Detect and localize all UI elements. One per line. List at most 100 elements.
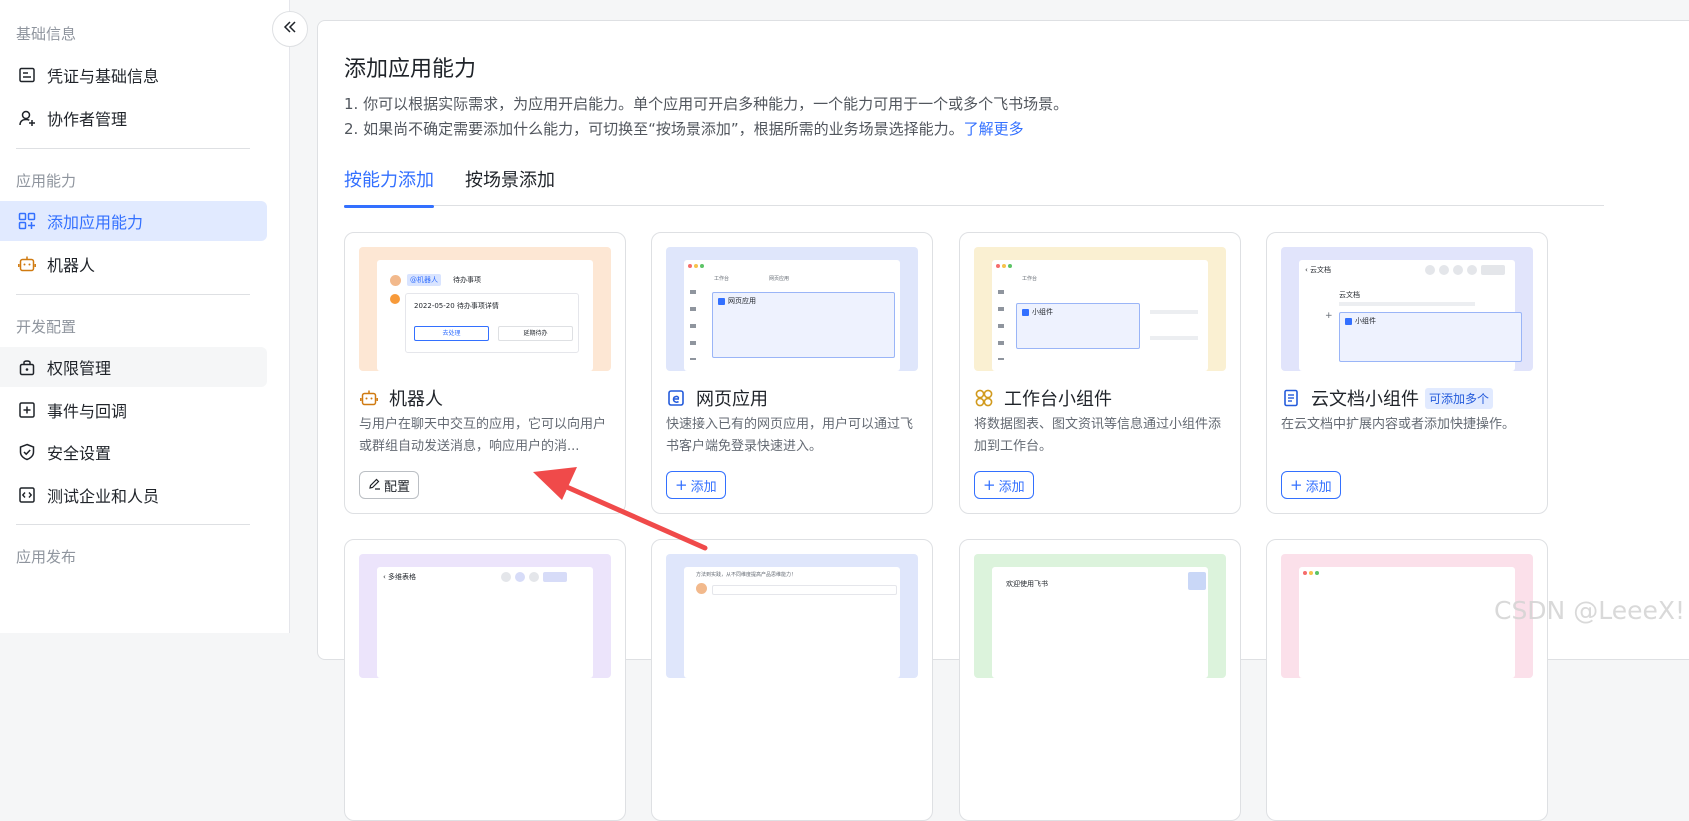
bot-mock-card: 2022-05-20 待办事项详情 去处理 延期待办 bbox=[405, 293, 579, 353]
bitable-mock-header: ‹ 多维表格 bbox=[383, 572, 416, 582]
card-title-text: 工作台小组件 bbox=[1004, 385, 1112, 411]
card-description: 快速接入已有的网页应用，用户可以通过飞书客户端免登录快速进入。 bbox=[666, 414, 920, 458]
sidebar-item-label: 凭证与基础信息 bbox=[47, 63, 159, 87]
add-docs-widget-button[interactable]: + 添加 bbox=[1281, 471, 1341, 499]
capability-card-bot[interactable]: @机器人 待办事项 2022-05-20 待办事项详情 去处理 延期待办 机器人… bbox=[344, 232, 626, 514]
button-label: 配置 bbox=[384, 476, 410, 495]
sidebar-item-credentials[interactable]: 凭证与基础信息 bbox=[0, 55, 267, 95]
sidebar-item-label: 协作者管理 bbox=[47, 106, 127, 130]
capability-card-docs-widget[interactable]: ‹ 云文档 云文档 + 小组件 云文档小组件 可添加多个 在云文档中扩展内容或者… bbox=[1266, 232, 1548, 514]
avatar bbox=[696, 583, 707, 594]
widget-preview-window: 工作台 小组件 bbox=[992, 260, 1208, 371]
web-e-icon bbox=[666, 388, 686, 408]
sidebar-item-label: 添加应用能力 bbox=[47, 209, 143, 233]
row2-preview-window-2: 方法到实践，从不同维度提高产品思维能力！ bbox=[684, 567, 900, 678]
web-preview-window: 工作台 网页应用 网页应用 bbox=[684, 260, 900, 371]
add-web-app-button[interactable]: + 添加 bbox=[666, 471, 726, 499]
card-title: 工作台小组件 bbox=[974, 385, 1112, 411]
bot-mock-button-1: 去处理 bbox=[414, 326, 489, 341]
sidebar-item-add-capability[interactable]: 添加应用能力 bbox=[0, 201, 267, 241]
robot-icon bbox=[17, 254, 37, 274]
plus-square-icon bbox=[17, 400, 37, 420]
capability-card-web-app[interactable]: 工作台 网页应用 网页应用 网页应用 快速接入已有的网页应用，用户可以通过飞书客… bbox=[651, 232, 933, 514]
sidebar: 基础信息 凭证与基础信息 协作者管理 应用能力 添加应用能力 机器人 开发配置 … bbox=[0, 0, 290, 633]
plus-icon: + bbox=[1290, 476, 1303, 494]
docs-mock-plus-icon: + bbox=[1325, 311, 1333, 321]
plus-icon: + bbox=[983, 476, 996, 494]
window-dots bbox=[688, 264, 704, 268]
placeholder-line bbox=[1150, 336, 1198, 340]
placeholder-line bbox=[1339, 302, 1475, 306]
sidebar-item-events[interactable]: 事件与回调 bbox=[0, 390, 267, 430]
placeholder-line bbox=[1150, 310, 1198, 314]
card-title-text: 网页应用 bbox=[696, 385, 768, 411]
description-text: 2. 如果尚不确定需要添加什么能力，可切换至“按场景添加”，根据所需的业务场景选… bbox=[344, 120, 964, 138]
bot-mention-tag: @机器人 bbox=[407, 274, 441, 286]
bitable-preview-image: ‹ 多维表格 bbox=[359, 554, 611, 678]
row2-preview-window-3: 欢迎使用飞书 bbox=[992, 567, 1208, 678]
row2-mock-bar bbox=[712, 585, 897, 595]
docs-preview-window: ‹ 云文档 云文档 + 小组件 bbox=[1299, 260, 1515, 371]
widget-mock-box: 小组件 bbox=[1016, 303, 1140, 349]
widget-mock-label: 小组件 bbox=[1032, 307, 1053, 317]
capability-card-row2-2[interactable]: 方法到实践，从不同维度提高产品思维能力！ bbox=[651, 539, 933, 821]
card-title: 机器人 bbox=[359, 385, 443, 411]
card-title: 云文档小组件 可添加多个 bbox=[1281, 385, 1493, 411]
section-dev-config: 开发配置 bbox=[16, 316, 76, 337]
widget-mock-tab: 工作台 bbox=[1022, 275, 1037, 282]
section-basic-info: 基础信息 bbox=[16, 23, 76, 44]
row2-mock-header-2: 方法到实践，从不同维度提高产品思维能力！ bbox=[696, 571, 796, 578]
row2-preview-window-4 bbox=[1299, 567, 1515, 678]
double-chevron-left-icon bbox=[282, 19, 298, 39]
web-mock-square bbox=[718, 298, 725, 305]
web-mock-tab-2: 网页应用 bbox=[769, 275, 789, 282]
collapse-sidebar-button[interactable] bbox=[272, 11, 308, 47]
card-description: 与用户在聊天中交互的应用，它可以向用户或群组自动发送消息，响应用户的消... bbox=[359, 414, 613, 458]
capability-card-workplace-widget[interactable]: 工作台 小组件 工作台小组件 将数据图表、图文资讯等信息通过小组件添加到工作台。… bbox=[959, 232, 1241, 514]
lock-icon bbox=[17, 357, 37, 377]
description-line-2: 2. 如果尚不确定需要添加什么能力，可切换至“按场景添加”，根据所需的业务场景选… bbox=[344, 118, 1024, 139]
capability-card-row2-3[interactable]: 欢迎使用飞书 bbox=[959, 539, 1241, 821]
capability-card-row2-4[interactable] bbox=[1266, 539, 1548, 821]
configure-bot-button[interactable]: 配置 bbox=[359, 471, 419, 499]
tab-bar: 按能力添加 按场景添加 bbox=[344, 166, 1604, 206]
sidebar-item-label: 测试企业和人员 bbox=[47, 483, 159, 507]
sidebar-item-label: 事件与回调 bbox=[47, 398, 127, 422]
card-title-text: 机器人 bbox=[389, 385, 443, 411]
sidebar-divider bbox=[16, 148, 250, 149]
widget-mock-sidebar bbox=[998, 290, 1004, 360]
learn-more-link[interactable]: 了解更多 bbox=[964, 120, 1024, 138]
shield-check-icon bbox=[17, 442, 37, 462]
sidebar-item-collaborators[interactable]: 协作者管理 bbox=[0, 98, 267, 138]
sidebar-divider bbox=[16, 524, 250, 525]
sidebar-item-label: 机器人 bbox=[47, 252, 95, 276]
card-title-text: 云文档小组件 bbox=[1311, 385, 1419, 411]
add-widget-button[interactable]: + 添加 bbox=[974, 471, 1034, 499]
bot-mock-line: 2022-05-20 待办事项详情 bbox=[414, 301, 499, 311]
widget-mock-square bbox=[1022, 309, 1029, 316]
capability-card-bitable[interactable]: ‹ 多维表格 bbox=[344, 539, 626, 821]
code-icon bbox=[17, 485, 37, 505]
section-app-release: 应用发布 bbox=[16, 546, 76, 567]
sidebar-item-permissions[interactable]: 权限管理 bbox=[0, 347, 267, 387]
docs-mock-label: 小组件 bbox=[1355, 316, 1376, 326]
sidebar-item-bot[interactable]: 机器人 bbox=[0, 244, 267, 284]
button-label: 添加 bbox=[1306, 476, 1332, 495]
description-line-1: 1. 你可以根据实际需求，为应用开启能力。单个应用可开启多种能力，一个能力可用于… bbox=[344, 93, 1068, 114]
grid-plus-icon bbox=[17, 211, 37, 231]
button-label: 添加 bbox=[691, 476, 717, 495]
qr-code-icon bbox=[1188, 572, 1206, 590]
row2-mock-header-3: 欢迎使用飞书 bbox=[1006, 579, 1048, 589]
document-icon bbox=[1281, 388, 1301, 408]
tab-by-capability[interactable]: 按能力添加 bbox=[344, 166, 434, 206]
window-dots bbox=[1303, 571, 1319, 575]
plus-icon: + bbox=[675, 476, 688, 494]
sidebar-item-label: 权限管理 bbox=[47, 355, 111, 379]
sidebar-item-security[interactable]: 安全设置 bbox=[0, 432, 267, 472]
bot-preview-image: @机器人 待办事项 2022-05-20 待办事项详情 去处理 延期待办 bbox=[359, 247, 611, 371]
card-description: 在云文档中扩展内容或者添加快捷操作。 bbox=[1281, 414, 1535, 458]
sidebar-item-test[interactable]: 测试企业和人员 bbox=[0, 475, 267, 515]
bitable-preview-window: ‹ 多维表格 bbox=[377, 567, 593, 678]
web-mock-content: 网页应用 bbox=[712, 292, 895, 358]
tab-by-scenario[interactable]: 按场景添加 bbox=[465, 166, 555, 206]
